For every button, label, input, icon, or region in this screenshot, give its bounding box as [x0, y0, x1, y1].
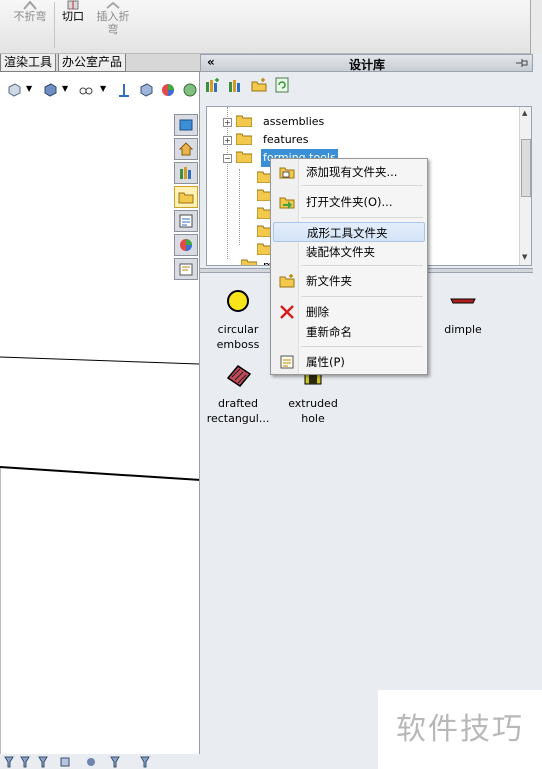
tree-scrollbar[interactable]: ▲ ▼ — [519, 107, 531, 265]
filter-icon[interactable] — [110, 756, 120, 768]
menu-item-open-folder[interactable]: 打开文件夹(O)... — [273, 192, 425, 212]
folder-icon — [241, 259, 257, 265]
circular-emboss-icon — [227, 290, 249, 312]
dimple-icon — [450, 298, 476, 304]
menu-item-label: 重新命名 — [306, 325, 352, 339]
bottom-filter-toolbar — [0, 756, 200, 769]
menu-item-new-folder[interactable]: 新文件夹 — [273, 271, 425, 291]
design-library-toolbar — [200, 73, 533, 97]
filter-icon[interactable] — [140, 756, 150, 768]
menu-item-label: 属性(P) — [306, 355, 345, 369]
add-file-location-icon[interactable] — [228, 77, 244, 93]
item-label-line1: dimple — [444, 323, 482, 336]
drafted-rectangular-icon — [226, 365, 252, 387]
tree-item-label: features — [263, 133, 309, 146]
pin-icon[interactable] — [515, 57, 529, 69]
filter-icon[interactable] — [38, 756, 48, 768]
library-item-drafted-rectangular[interactable]: drafted rectangul... — [201, 360, 275, 426]
menu-item-label: 删除 — [306, 305, 329, 319]
add-to-library-icon[interactable] — [205, 77, 221, 93]
new-folder-icon — [279, 274, 295, 288]
rip-label: 切口 — [62, 10, 84, 23]
tree-item-label: assemblies — [263, 115, 325, 128]
open-folder-icon — [279, 197, 295, 209]
menu-item-label: 装配体文件夹 — [306, 245, 375, 259]
item-label-line2: emboss — [216, 338, 260, 351]
item-label-line2: hole — [301, 412, 325, 425]
rip-button[interactable]: 切口 — [58, 0, 88, 23]
delete-x-icon — [280, 305, 294, 319]
collapse-toggle[interactable]: − — [223, 154, 232, 163]
graphics-area[interactable]: ▼ ▼ ▼ — [0, 72, 200, 754]
panel-title: 设计库 — [349, 58, 386, 72]
command-tabs: 渲染工具 办公室产品 — [0, 54, 200, 72]
folder-icon — [236, 133, 252, 145]
unfold-button[interactable]: 不折弯 — [10, 0, 50, 23]
menu-item-add-existing-folder[interactable]: 添加现有文件夹... — [273, 162, 425, 182]
ribbon-separator — [54, 2, 55, 48]
window-frame — [530, 0, 542, 54]
scroll-up-icon[interactable]: ▲ — [522, 109, 530, 117]
scroll-down-icon[interactable]: ▼ — [522, 253, 530, 261]
open-folder-icon — [236, 151, 252, 163]
tree-item-assemblies[interactable]: + assemblies — [223, 113, 503, 131]
tab-office-products[interactable]: 办公室产品 — [58, 54, 127, 72]
context-menu: 添加现有文件夹... 打开文件夹(O)... 成形工具文件夹 装配体文件夹 新文… — [270, 158, 428, 375]
tree-item-features[interactable]: + features — [223, 131, 503, 149]
create-new-folder-icon[interactable] — [251, 77, 267, 93]
menu-item-forming-tools-folder[interactable]: 成形工具文件夹 — [273, 222, 425, 242]
tree-line — [239, 169, 240, 245]
filter-icon[interactable] — [4, 756, 14, 768]
menu-separator — [301, 265, 423, 266]
scrollbar-thumb[interactable] — [521, 139, 531, 197]
menu-item-assembly-folder[interactable]: 装配体文件夹 — [273, 242, 425, 262]
item-label-line1: extruded — [288, 397, 338, 410]
unfold-label: 不折弯 — [13, 10, 47, 23]
panel-header: « 设计库 — [200, 54, 533, 72]
menu-item-rename[interactable]: 重新命名 — [273, 322, 425, 342]
menu-separator — [301, 185, 423, 186]
menu-item-properties[interactable]: 属性(P) — [273, 352, 425, 372]
command-ribbon: 不折弯 切口 插入折 弯 — [0, 0, 542, 54]
add-existing-folder-icon — [279, 167, 295, 179]
insert-bends-label-line2: 弯 — [107, 23, 119, 36]
folder-icon — [236, 115, 252, 127]
library-item-circular-emboss[interactable]: circular emboss — [201, 286, 275, 352]
rip-icon — [67, 0, 79, 10]
item-label-line1: circular — [217, 323, 259, 336]
menu-item-label: 打开文件夹(O)... — [306, 195, 393, 209]
filter-body-icon[interactable] — [86, 756, 96, 768]
menu-item-delete[interactable]: 删除 — [273, 302, 425, 322]
menu-item-label: 添加现有文件夹... — [306, 165, 398, 179]
menu-separator — [301, 296, 423, 297]
unfold-icon — [23, 0, 37, 10]
filter-face-icon[interactable] — [60, 756, 70, 768]
tab-render-tools[interactable]: 渲染工具 — [0, 54, 57, 72]
menu-item-label: 成形工具文件夹 — [307, 226, 388, 240]
watermark: 软件技巧 — [378, 690, 542, 769]
refresh-icon[interactable] — [274, 77, 290, 93]
library-item-dimple[interactable]: dimple — [426, 286, 500, 337]
menu-separator — [301, 346, 423, 347]
menu-separator — [301, 217, 423, 218]
item-label-line2: rectangul... — [206, 412, 270, 425]
insert-bends-button[interactable]: 插入折 弯 — [92, 0, 134, 36]
insert-bends-label: 插入折 — [96, 10, 130, 23]
model-edges — [0, 356, 199, 754]
collapse-panel-button[interactable]: « — [207, 55, 215, 69]
menu-item-label: 新文件夹 — [306, 274, 352, 288]
item-label-line1: drafted — [218, 397, 258, 410]
expand-toggle[interactable]: + — [223, 136, 232, 145]
properties-icon — [280, 355, 294, 369]
filter-icon[interactable] — [20, 756, 30, 768]
insert-bends-icon — [106, 1, 120, 9]
expand-toggle[interactable]: + — [223, 118, 232, 127]
